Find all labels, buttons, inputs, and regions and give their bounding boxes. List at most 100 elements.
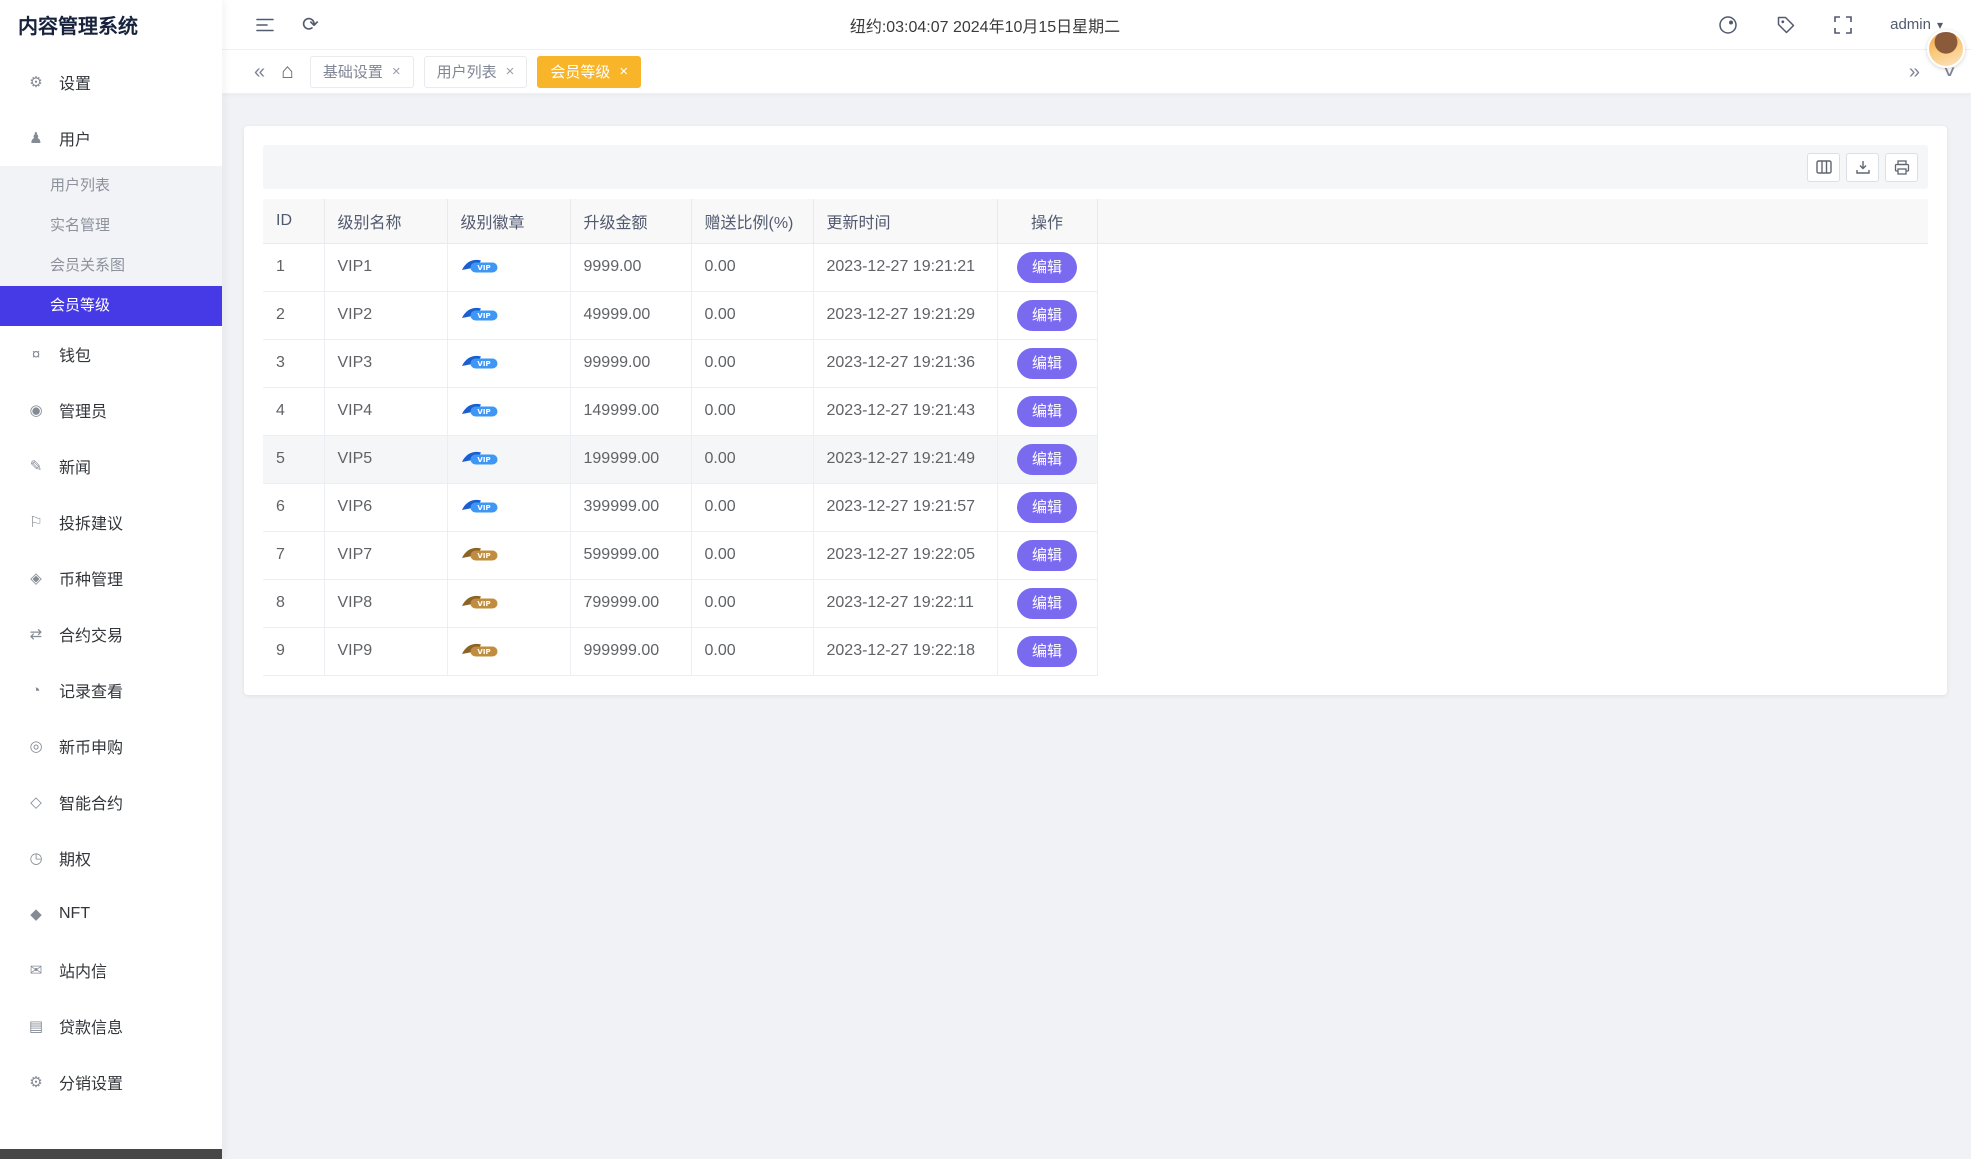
cell-level-name: VIP8 <box>324 579 448 628</box>
cell-filler <box>1097 531 1928 579</box>
theme-icon[interactable] <box>1718 15 1738 35</box>
sidebar-subitem-user-list[interactable]: 用户列表 <box>0 166 222 206</box>
cell-id: 3 <box>263 339 325 388</box>
tab-close-icon[interactable]: × <box>619 64 628 79</box>
tab-basic-settings[interactable]: 基础设置 × <box>309 55 414 88</box>
avatar[interactable] <box>1927 30 1965 68</box>
cell-updated: 2023-12-27 19:22:18 <box>813 627 998 676</box>
refresh-icon[interactable]: ⟳ <box>302 15 319 35</box>
cell-id: 9 <box>263 627 325 676</box>
edit-button[interactable]: 编辑 <box>1016 395 1077 427</box>
column-header-5: 更新时间 <box>813 199 998 244</box>
edit-button[interactable]: 编辑 <box>1016 299 1077 331</box>
sidebar-item-distribution-settings[interactable]: ⚙ 分销设置 <box>0 1054 222 1110</box>
cell-actions: 编辑 <box>997 339 1098 388</box>
cell-filler <box>1097 483 1928 531</box>
cell-badge: VIP <box>447 579 571 628</box>
vip-badge-icon: VIP <box>461 260 497 273</box>
columns-icon[interactable] <box>1807 152 1840 182</box>
cell-ratio: 0.00 <box>691 339 814 388</box>
tab-user-list[interactable]: 用户列表 × <box>423 55 528 88</box>
cell-badge: VIP <box>447 291 571 340</box>
main-content: ID 级别名称 级别徽章 升级金额 赠送比例(%) 更新时间 操作 1 VIP1 VIP 9999… <box>222 94 1971 1159</box>
sidebar-item-contract-trade[interactable]: ⇄ 合约交易 <box>0 606 222 662</box>
edit-button[interactable]: 编辑 <box>1016 635 1077 667</box>
sidebar-item-smart-contract[interactable]: ◇ 智能合约 <box>0 774 222 830</box>
sidebar-item-news[interactable]: ✎ 新闻 <box>0 438 222 494</box>
export-icon[interactable] <box>1846 152 1879 182</box>
sidebar-item-settings[interactable]: ⚙ 设置 <box>0 54 222 110</box>
user-name: admin <box>1890 16 1931 33</box>
svg-text:VIP: VIP <box>477 552 490 560</box>
cell-level-name: VIP7 <box>324 531 448 580</box>
tag-icon[interactable] <box>1776 15 1796 35</box>
cell-level-name: VIP5 <box>324 435 448 484</box>
tabs-scroll-left-icon[interactable]: « <box>254 62 265 82</box>
coin-icon: ◎ <box>29 738 43 755</box>
home-icon[interactable]: ⌂ <box>281 61 294 82</box>
sidebar-item-wallet[interactable]: ¤ 钱包 <box>0 326 222 382</box>
sidebar-item-loan-info[interactable]: ▤ 贷款信息 <box>0 998 222 1054</box>
sidebar: 内容管理系统 ⚙ 设置 ♟ 用户 用户列表 实名管理 会员关系图 会员等级 ¤ 钱包 ◉ 管理员 ✎ 新闻… <box>0 0 222 1159</box>
tab-member-level[interactable]: 会员等级 × <box>537 55 642 88</box>
cell-filler <box>1097 339 1928 387</box>
cell-ratio: 0.00 <box>691 627 814 676</box>
fullscreen-icon[interactable] <box>1834 15 1852 34</box>
cell-amount: 49999.00 <box>570 291 692 340</box>
cell-badge: VIP <box>447 531 571 580</box>
mail-icon: ✉ <box>29 962 43 979</box>
tabs-scroll-right-icon[interactable]: » <box>1909 62 1920 82</box>
table-card: ID 级别名称 级别徽章 升级金额 赠送比例(%) 更新时间 操作 1 VIP1 VIP 9999… <box>244 126 1947 695</box>
tab-bar: « ⌂ 基础设置 × 用户列表 × 会员等级 × » ∨ <box>222 50 1971 94</box>
gear-icon: ⚙ <box>29 1074 43 1091</box>
sidebar-item-users[interactable]: ♟ 用户 <box>0 110 222 166</box>
table-row: 4 VIP4 VIP 149999.00 0.00 2023-12-27 19:21:43… <box>263 387 1928 436</box>
sidebar-subitem-realname-manage[interactable]: 实名管理 <box>0 206 222 246</box>
cell-amount: 99999.00 <box>570 339 692 388</box>
cell-level-name: VIP3 <box>324 339 448 388</box>
sidebar-item-nft[interactable]: ◆ NFT <box>0 886 222 942</box>
column-header-filler <box>1097 199 1928 244</box>
column-header-2: 级别徽章 <box>447 199 571 244</box>
sidebar-item-new-coin-subscribe[interactable]: ◎ 新币申购 <box>0 718 222 774</box>
cell-filler <box>1097 579 1928 627</box>
document-icon: ▤ <box>28 1018 44 1035</box>
sidebar-item-administrators[interactable]: ◉ 管理员 <box>0 382 222 438</box>
cell-filler <box>1097 627 1928 675</box>
cell-id: 5 <box>263 435 325 484</box>
cell-filler <box>1097 435 1928 483</box>
sidebar-item-currency-manage[interactable]: ◈ 币种管理 <box>0 550 222 606</box>
sidebar-item-options[interactable]: ◷ 期权 <box>0 830 222 886</box>
app-root: 内容管理系统 ⚙ 设置 ♟ 用户 用户列表 实名管理 会员关系图 会员等级 ¤ 钱包 ◉ 管理员 ✎ 新闻… <box>0 0 1971 1159</box>
tab-close-icon[interactable]: × <box>506 64 515 79</box>
user-menu[interactable]: admin ▾ <box>1890 16 1943 33</box>
table-row: 6 VIP6 VIP 399999.00 0.00 2023-12-27 19:21:57… <box>263 483 1928 532</box>
edit-button[interactable]: 编辑 <box>1016 587 1077 619</box>
cell-amount: 799999.00 <box>570 579 692 628</box>
tab-label: 用户列表 <box>436 64 497 81</box>
table-row: 9 VIP9 VIP 999999.00 0.00 2023-12-27 19:22:18… <box>263 627 1928 676</box>
cell-actions: 编辑 <box>997 483 1098 532</box>
edit-button[interactable]: 编辑 <box>1016 539 1077 571</box>
table-row: 5 VIP5 VIP 199999.00 0.00 2023-12-27 19:21:49… <box>263 435 1928 484</box>
edit-button[interactable]: 编辑 <box>1016 491 1077 523</box>
sidebar-item-feedback[interactable]: ⚐ 投拆建议 <box>0 494 222 550</box>
cell-badge: VIP <box>447 339 571 388</box>
print-icon[interactable] <box>1885 152 1918 182</box>
main-pane: ⟳ 纽约:03:04:07 2024年10月15日星期二 admin ▾ « ⌂… <box>222 0 1971 1159</box>
cell-badge: VIP <box>447 243 571 292</box>
sidebar-item-site-messages[interactable]: ✉ 站内信 <box>0 942 222 998</box>
edit-button[interactable]: 编辑 <box>1016 443 1077 475</box>
menu-fold-icon[interactable] <box>256 18 274 32</box>
sidebar-subitem-member-relation-graph[interactable]: 会员关系图 <box>0 246 222 286</box>
vip-badge-icon: VIP <box>461 452 497 465</box>
column-header-4: 赠送比例(%) <box>691 199 814 244</box>
sidebar-subitem-member-level[interactable]: 会员等级 <box>0 286 222 326</box>
tab-close-icon[interactable]: × <box>392 64 401 79</box>
diamond-outline-icon: ◇ <box>30 794 42 811</box>
tab-label: 基础设置 <box>322 64 383 81</box>
tab-list: 基础设置 × 用户列表 × 会员等级 × <box>309 55 642 88</box>
edit-button[interactable]: 编辑 <box>1016 347 1077 379</box>
sidebar-item-records-view[interactable]: ◔ 记录查看 <box>0 662 222 718</box>
edit-button[interactable]: 编辑 <box>1016 251 1077 283</box>
